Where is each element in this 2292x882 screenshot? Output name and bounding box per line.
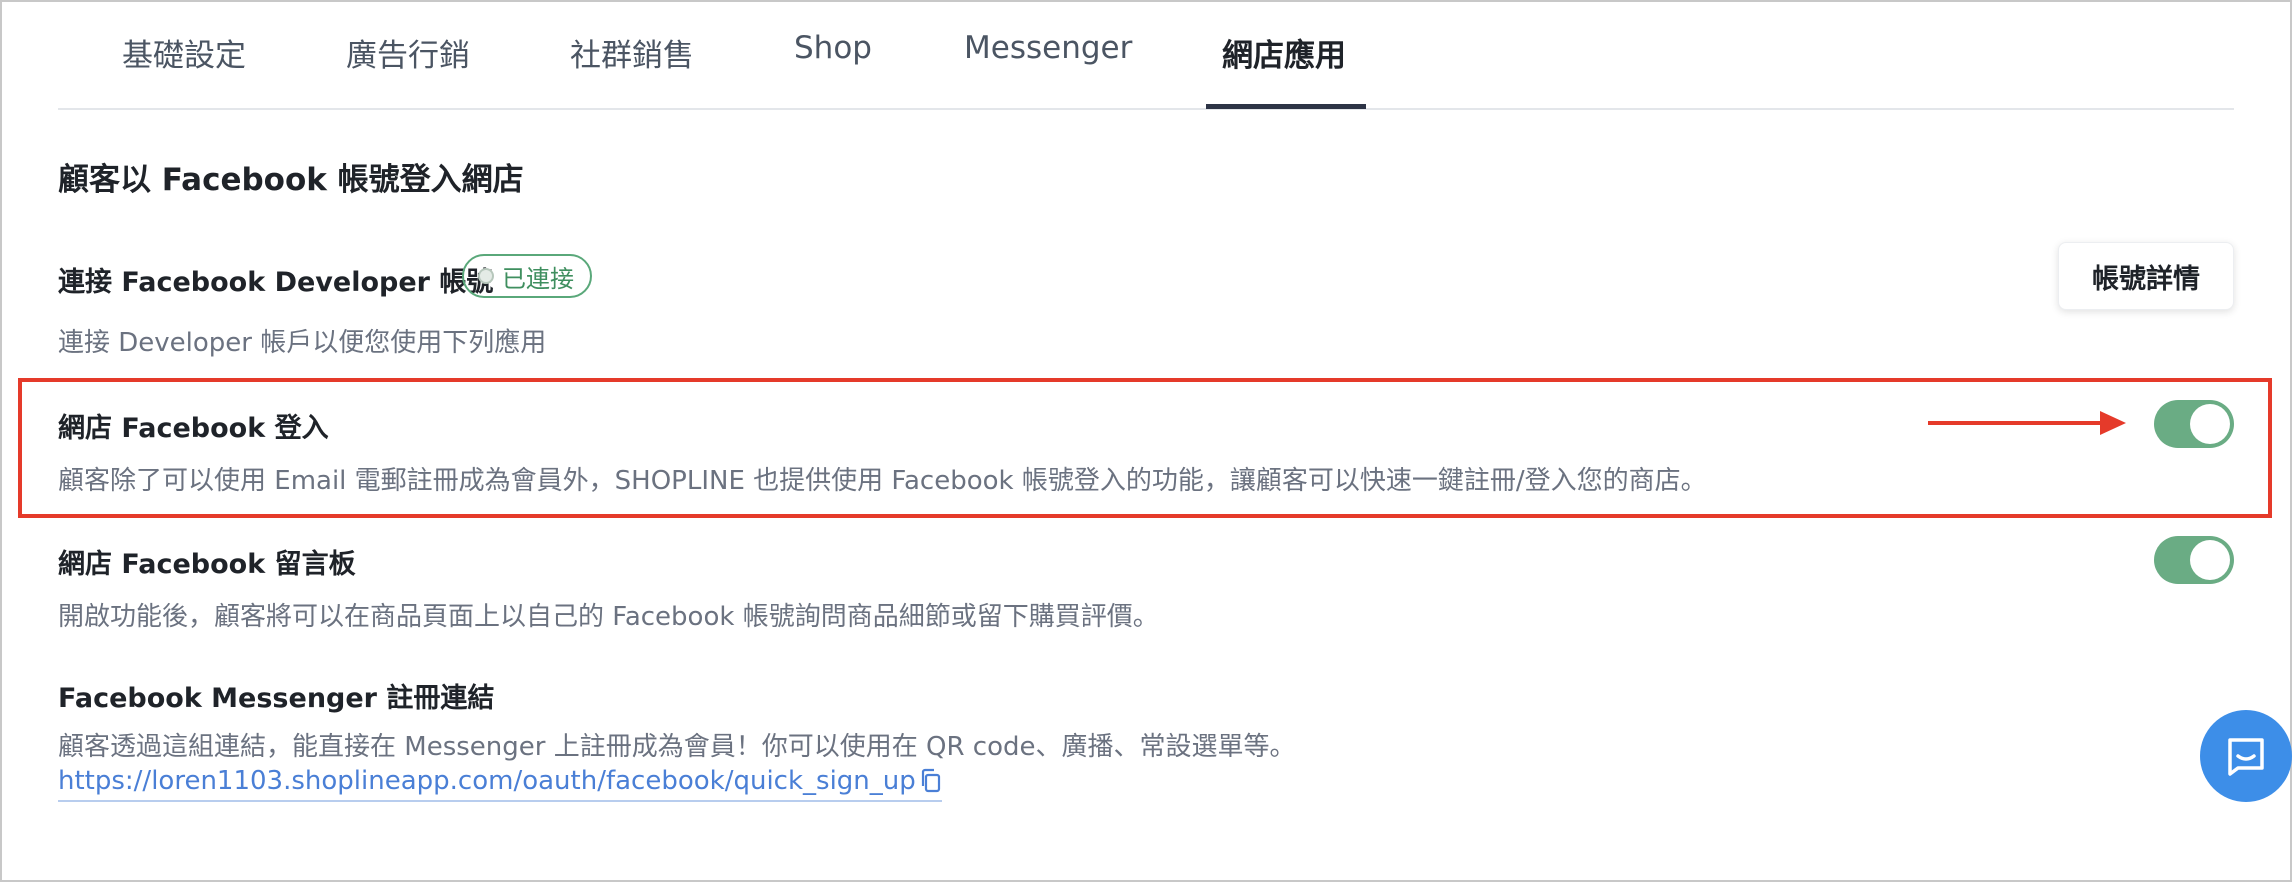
- messenger-signup-description: 顧客透過這組連結，能直接在 Messenger 上註冊成為會員！你可以使用在 Q…: [58, 732, 1296, 762]
- toggle-knob: [2190, 540, 2230, 580]
- account-details-button[interactable]: 帳號詳情: [2058, 242, 2234, 310]
- arrow-right-icon: [1928, 411, 2126, 435]
- facebook-comments-toggle[interactable]: [2154, 536, 2234, 584]
- connected-status-label: 已連接: [502, 264, 574, 293]
- toggle-knob: [2190, 404, 2230, 444]
- tab-shop[interactable]: Shop: [794, 30, 872, 110]
- status-dot-icon: [478, 268, 494, 284]
- section-title: 顧客以 Facebook 帳號登入網店: [58, 162, 524, 198]
- highlight-annotation-box: [18, 378, 2272, 518]
- active-tab-indicator: [1206, 104, 1366, 109]
- facebook-comments-title: 網店 Facebook 留言板: [58, 549, 356, 580]
- copy-icon[interactable]: [920, 768, 942, 794]
- tab-social-sales[interactable]: 社群銷售: [570, 30, 694, 110]
- tab-messenger[interactable]: Messenger: [964, 30, 1132, 110]
- facebook-login-title: 網店 Facebook 登入: [58, 413, 329, 444]
- tab-ad-marketing[interactable]: 廣告行銷: [346, 30, 470, 110]
- tab-store-apps[interactable]: 網店應用: [1222, 30, 1346, 110]
- chat-widget-button[interactable]: [2200, 710, 2292, 802]
- facebook-comments-description: 開啟功能後，顧客將可以在商品頁面上以自己的 Facebook 帳號詢問商品細節或…: [58, 602, 1159, 632]
- messenger-signup-title: Facebook Messenger 註冊連結: [58, 683, 495, 714]
- messenger-signup-link[interactable]: https://loren1103.shoplineapp.com/oauth/…: [58, 766, 942, 802]
- developer-account-title: 連接 Facebook Developer 帳號: [58, 267, 494, 298]
- chat-icon: [2228, 738, 2264, 776]
- signup-link-text[interactable]: https://loren1103.shoplineapp.com/oauth/…: [58, 766, 916, 796]
- developer-account-description: 連接 Developer 帳戶以便您使用下列應用: [58, 328, 547, 358]
- tab-basic-settings[interactable]: 基礎設定: [122, 30, 246, 110]
- connected-status-badge: 已連接: [462, 254, 592, 298]
- facebook-login-toggle[interactable]: [2154, 400, 2234, 448]
- facebook-login-description: 顧客除了可以使用 Email 電郵註冊成為會員外，SHOPLINE 也提供使用 …: [58, 466, 1707, 496]
- settings-tabs: 基礎設定 廣告行銷 社群銷售 Shop Messenger 網店應用: [58, 0, 2234, 110]
